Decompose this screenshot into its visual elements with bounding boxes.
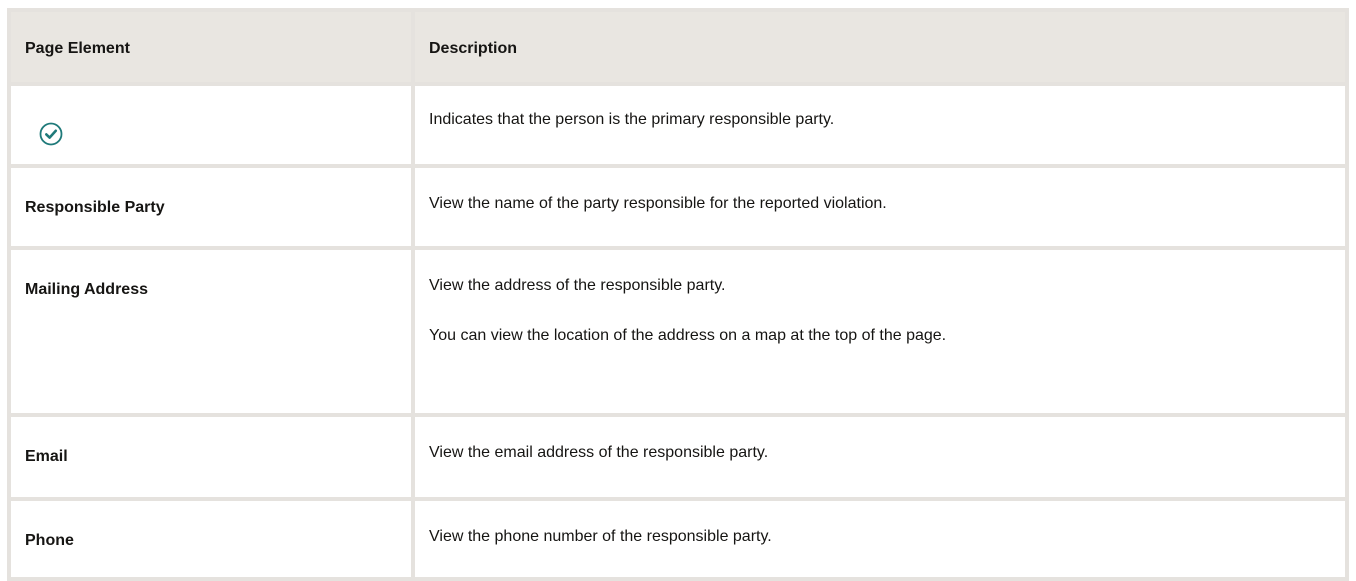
page-element-label: Email — [11, 417, 415, 497]
description-cell: View the email address of the responsibl… — [415, 417, 1349, 497]
description-text: View the name of the party responsible f… — [429, 195, 887, 212]
description-text: View the address of the responsible part… — [429, 277, 726, 294]
description-text: Indicates that the person is the primary… — [429, 111, 835, 128]
table-row: Phone View the phone number of the respo… — [11, 501, 1349, 581]
table-row: Responsible Party View the name of the p… — [11, 168, 1349, 250]
description-text: View the email address of the responsibl… — [429, 444, 769, 461]
description-text: You can view the location of the address… — [429, 327, 947, 344]
description-cell: View the name of the party responsible f… — [415, 168, 1349, 246]
header-page-element: Page Element — [11, 12, 415, 82]
description-cell: Indicates that the person is the primary… — [415, 86, 1349, 164]
page-element-label: Mailing Address — [11, 250, 415, 413]
table-row: Indicates that the person is the primary… — [11, 86, 1349, 168]
table-row: Email View the email address of the resp… — [11, 417, 1349, 501]
page-elements-table: Page Element Description Indicates that … — [7, 8, 1349, 581]
description-cell: View the phone number of the responsible… — [415, 501, 1349, 577]
page-element-cell — [11, 86, 415, 164]
table-row: Mailing Address View the address of the … — [11, 250, 1349, 417]
header-description: Description — [415, 12, 1349, 82]
page-element-label: Phone — [11, 501, 415, 577]
table-header-row: Page Element Description — [11, 12, 1349, 86]
description-cell: View the address of the responsible part… — [415, 250, 1349, 413]
description-text: View the phone number of the responsible… — [429, 528, 772, 545]
circle-check-icon — [39, 122, 63, 146]
page-element-label: Responsible Party — [11, 168, 415, 246]
